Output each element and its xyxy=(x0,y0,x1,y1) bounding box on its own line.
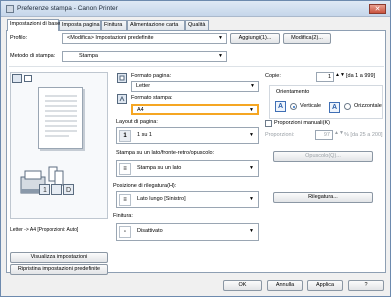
svg-text:1: 1 xyxy=(43,187,47,194)
output-size-icon xyxy=(117,94,127,104)
chevron-down-icon: ▼ xyxy=(218,35,223,41)
preview-area: 1 D xyxy=(10,72,108,219)
profile-value: <Modifica> Impostazioni predefinite xyxy=(67,35,154,41)
output-size-select[interactable]: A4 ▼ xyxy=(131,104,259,115)
chevron-down-icon: ▼ xyxy=(218,53,223,59)
binding-value: Lato lungo [Sinistro] xyxy=(137,196,186,202)
page-preview xyxy=(38,87,83,149)
edit-profile-button[interactable]: Modifica(2)... xyxy=(283,33,331,44)
divider xyxy=(9,66,384,67)
copies-input[interactable]: 1 xyxy=(316,72,334,82)
restore-defaults-button[interactable]: Ripristina impostazioni predefinite xyxy=(10,264,108,275)
orientation-group: Orientamento A Verticale A Orizzontale xyxy=(269,85,383,119)
chevron-down-icon: ▼ xyxy=(249,165,254,171)
tab-page-setup[interactable]: Imposta pagina xyxy=(59,20,101,30)
single-sided-icon: ≡ xyxy=(119,163,131,175)
gutter-button[interactable]: Rilegatura... xyxy=(273,192,373,203)
page-size-icon xyxy=(117,73,127,83)
manual-scaling-checkbox[interactable] xyxy=(265,120,272,127)
view-settings-button[interactable]: Visualizza impostazioni xyxy=(10,252,108,263)
page-size-label: Formato pagina: xyxy=(131,73,172,79)
page-size-select[interactable]: Letter ▼ xyxy=(131,81,259,92)
binding-label: Posizione di rilegatura(H): xyxy=(113,183,177,189)
copies-label: Copie: xyxy=(265,73,281,79)
portrait-icon: A xyxy=(275,101,286,112)
chevron-down-icon: ▼ xyxy=(249,132,254,138)
copies-range: [da 1 a 999] xyxy=(346,73,376,79)
profile-label: Profilo: xyxy=(10,35,28,41)
printer-icon xyxy=(6,5,14,13)
booklet-button[interactable]: Opuscolo(Q)... xyxy=(273,151,373,162)
output-size-value: A4 xyxy=(137,107,144,113)
output-method-select[interactable]: Stampa ▼ xyxy=(62,51,227,62)
scaling-label: Proporzioni: xyxy=(265,132,295,138)
scaling-input[interactable]: 97 xyxy=(315,130,333,140)
printing-preferences-window: Preferenze stampa - Canon Printer ✕ Impo… xyxy=(0,0,391,297)
page-layout-value: 1 su 1 xyxy=(137,132,152,138)
chevron-down-icon: ▼ xyxy=(249,196,254,202)
page-text-lines-icon xyxy=(45,95,77,137)
page-layout-select[interactable]: 1 1 su 1 ▼ xyxy=(116,127,259,144)
apply-button[interactable]: Applica xyxy=(307,280,343,291)
basic-settings-panel: Profilo: <Modifica> Impostazioni predefi… xyxy=(6,30,386,275)
page-layout-glyph: 1 xyxy=(119,130,131,142)
close-button[interactable]: ✕ xyxy=(369,4,386,14)
help-button[interactable]: ? xyxy=(348,280,384,291)
finishing-select[interactable]: ▫ Disattivato ▼ xyxy=(116,223,259,241)
cancel-button[interactable]: Annulla xyxy=(267,280,303,291)
duplex-select[interactable]: ≡ Stampa su un lato ▼ xyxy=(116,160,259,177)
tab-quality[interactable]: Qualità xyxy=(185,20,209,30)
portrait-label: Verticale xyxy=(300,103,322,109)
add-profile-button[interactable]: Aggiungi(1)... xyxy=(230,33,280,44)
landscape-label: Orizzontale xyxy=(354,103,382,109)
preview-caption: Letter -> A4 [Proporzioni: Auto] xyxy=(10,227,79,233)
tab-paper-source[interactable]: Alimentazione carta xyxy=(127,20,185,30)
portrait-radio[interactable] xyxy=(290,103,297,110)
binding-select[interactable]: ≡ Lato lungo [Sinistro] ▼ xyxy=(116,191,259,208)
chevron-down-icon: ▼ xyxy=(250,83,255,89)
page-order-icon: 1 D xyxy=(39,184,74,195)
output-method-value: Stampa xyxy=(79,53,98,59)
page-layout-label: Layout di pagina: xyxy=(116,119,158,125)
long-edge-left-icon: ≡ xyxy=(119,194,131,206)
tab-finishing[interactable]: Finitura xyxy=(101,20,127,30)
scaling-spin-icon[interactable]: ▲▼ xyxy=(334,130,344,136)
window-title: Preferenze stampa - Canon Printer xyxy=(17,5,118,12)
title-bar[interactable]: Preferenze stampa - Canon Printer ✕ xyxy=(1,1,390,17)
finishing-label: Finitura: xyxy=(113,213,133,219)
chevron-down-icon: ▼ xyxy=(249,228,254,234)
orientation-label: Orientamento xyxy=(276,89,310,95)
manual-scaling-label: Proporzioni manuali(K) xyxy=(274,120,330,126)
landscape-icon: A xyxy=(329,102,340,113)
landscape-radio[interactable] xyxy=(344,103,351,110)
scaling-range: % [da 25 a 200] xyxy=(344,132,383,138)
tab-basic-settings[interactable]: Impostazioni di base xyxy=(7,19,60,31)
output-size-label: Formato stampa: xyxy=(131,95,173,101)
copies-spin-icon[interactable]: ▲▼ xyxy=(335,72,345,78)
page-size-value: Letter xyxy=(136,83,151,89)
profile-select[interactable]: <Modifica> Impostazioni predefinite ▼ xyxy=(62,33,227,44)
duplex-label: Stampa su un lato/fronte-retro/opuscolo: xyxy=(116,150,215,156)
svg-text:D: D xyxy=(66,187,71,194)
ok-button[interactable]: OK xyxy=(223,280,262,291)
preview-toggle-icon[interactable] xyxy=(12,74,34,84)
output-method-label: Metodo di stampa: xyxy=(10,53,56,59)
finishing-off-icon: ▫ xyxy=(119,226,131,238)
chevron-down-icon: ▼ xyxy=(249,107,254,113)
duplex-value: Stampa su un lato xyxy=(137,165,182,171)
finishing-value: Disattivato xyxy=(137,228,163,234)
